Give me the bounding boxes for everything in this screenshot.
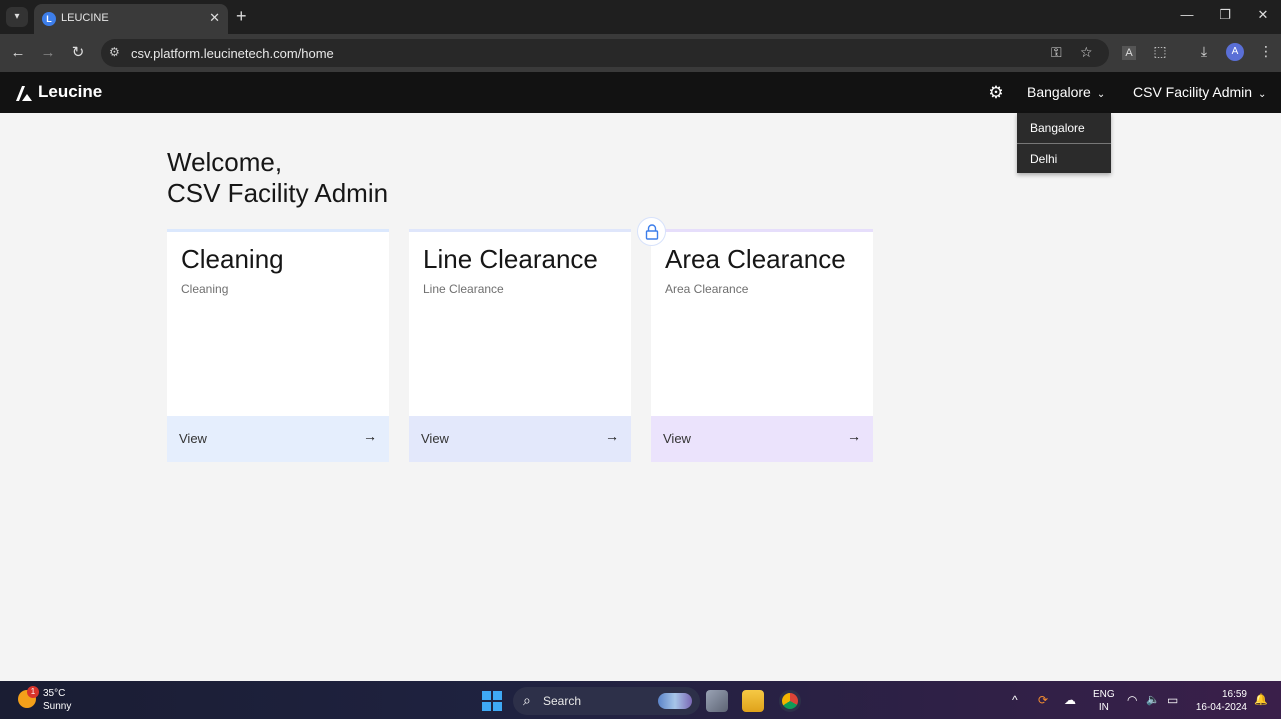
weather-notification-badge: 1 (27, 686, 39, 698)
search-icon: ⌕ (523, 692, 531, 708)
region-code: IN (1098, 702, 1109, 713)
card-subtitle: Area Clearance (665, 282, 749, 296)
system-clock[interactable]: 16:59 16-04-2024 (1195, 688, 1247, 714)
lock-icon (637, 217, 666, 246)
browser-tab[interactable]: L LEUCINE ✕ (34, 4, 228, 34)
card-accent (409, 229, 631, 232)
welcome-user-name: CSV Facility Admin (167, 178, 389, 208)
reload-button[interactable]: ↻ (68, 43, 88, 63)
facility-selector[interactable]: Bangalore ⌄ (1027, 84, 1105, 100)
file-explorer-icon[interactable] (742, 690, 764, 712)
chevron-down-icon: ⌄ (1096, 89, 1106, 100)
extensions-icon[interactable]: ⬚ (1150, 43, 1170, 60)
minimize-button[interactable]: — (1177, 7, 1197, 22)
chrome-icon[interactable] (779, 690, 801, 712)
card-view-button[interactable]: View → (409, 416, 631, 462)
url-text[interactable]: csv.platform.leucinetech.com/home (131, 46, 334, 61)
taskbar-search[interactable]: ⌕ Search (513, 687, 700, 715)
card-line-clearance: Line Clearance Line Clearance View → (409, 229, 631, 462)
user-menu[interactable]: CSV Facility Admin ⌄ (1133, 84, 1266, 100)
search-label: Search (543, 694, 582, 708)
forward-button[interactable]: → (38, 43, 58, 63)
sync-icon[interactable]: ⟳ (1038, 693, 1048, 707)
card-title: Area Clearance (665, 244, 846, 274)
windows-taskbar: 1 35°C Sunny ⌕ Search ^ ⟳ ☁ ENG IN ◠ 🔈 ▭… (0, 681, 1281, 719)
facility-dropdown-menu: Bangalore Delhi (1017, 113, 1111, 173)
password-key-icon[interactable]: ⚿ (1051, 44, 1062, 61)
address-bar[interactable]: ⚙ csv.platform.leucinetech.com/home ⚿ ☆ (101, 39, 1109, 67)
facility-option-delhi[interactable]: Delhi (1017, 143, 1111, 173)
card-area-clearance: Area Clearance Area Clearance View → (651, 229, 873, 462)
close-window-button[interactable]: ✕ (1253, 7, 1273, 23)
user-menu-label: CSV Facility Admin (1133, 84, 1253, 100)
arrow-right-icon: → (363, 428, 377, 444)
card-cleaning: Cleaning Cleaning View → (167, 229, 389, 462)
windows-start-icon[interactable] (482, 691, 502, 711)
welcome-greeting: Welcome, (167, 147, 283, 177)
facility-selector-label: Bangalore (1027, 84, 1091, 100)
arrow-right-icon: → (847, 428, 861, 444)
notification-bell-icon[interactable]: 🔔 (1254, 693, 1268, 706)
site-info-icon[interactable]: ⚙ (109, 45, 120, 59)
chevron-down-icon: ▾ (14, 11, 20, 22)
facility-option-bangalore[interactable]: Bangalore (1017, 113, 1111, 143)
card-subtitle: Cleaning (181, 282, 229, 296)
card-view-label: View (179, 431, 207, 446)
card-title: Line Clearance (423, 244, 598, 274)
tab-title: LEUCINE (61, 12, 109, 24)
leucine-logo-icon (16, 86, 32, 101)
wifi-icon[interactable]: ◠ (1127, 693, 1137, 707)
weather-condition[interactable]: Sunny (43, 701, 71, 712)
bookmark-star-icon[interactable]: ☆ (1080, 44, 1093, 61)
search-highlight-image (658, 693, 692, 709)
download-icon[interactable]: ⤓ (1194, 43, 1214, 60)
arrow-right-icon: → (605, 428, 619, 444)
card-accent (651, 229, 873, 232)
favicon-icon: L (42, 12, 56, 26)
back-button[interactable]: ← (8, 43, 28, 63)
card-view-label: View (421, 431, 449, 446)
welcome-heading: Welcome, CSV Facility Admin (167, 147, 388, 209)
volume-icon[interactable]: 🔈 (1146, 693, 1160, 706)
task-view-icon[interactable] (706, 690, 728, 712)
card-accent (167, 229, 389, 232)
show-hidden-icons-icon[interactable]: ^ (1012, 693, 1018, 707)
card-view-button[interactable]: View → (167, 416, 389, 462)
settings-gear-icon[interactable]: ⚙ (986, 83, 1006, 103)
card-subtitle: Line Clearance (423, 282, 504, 296)
close-tab-icon[interactable]: ✕ (209, 10, 220, 26)
app-header: Leucine ⚙ Bangalore ⌄ CSV Facility Admin ⌄ (0, 72, 1281, 113)
card-title: Cleaning (181, 244, 284, 274)
profile-avatar[interactable]: A (1226, 43, 1244, 61)
app-logo-text[interactable]: Leucine (38, 82, 102, 102)
translate-icon[interactable]: A (1122, 46, 1136, 60)
browser-tab-bar: ▾ L LEUCINE ✕ + — ❐ ✕ (0, 0, 1281, 34)
card-view-label: View (663, 431, 691, 446)
card-view-button[interactable]: View → (651, 416, 873, 462)
onedrive-cloud-icon[interactable]: ☁ (1064, 693, 1076, 707)
restore-button[interactable]: ❐ (1215, 7, 1235, 23)
clock-time: 16:59 (1221, 689, 1247, 700)
weather-temperature[interactable]: 35°C (43, 688, 65, 699)
language-code: ENG (1093, 689, 1115, 700)
browser-toolbar: ← → ↻ ⚙ csv.platform.leucinetech.com/hom… (0, 34, 1281, 72)
language-indicator[interactable]: ENG IN (1093, 688, 1115, 714)
chevron-down-icon: ⌄ (1258, 89, 1267, 100)
clock-date: 16-04-2024 (1195, 702, 1247, 713)
new-tab-button[interactable]: + (236, 6, 247, 27)
browser-menu-icon[interactable]: ⋮ (1256, 43, 1276, 60)
tab-list-button[interactable]: ▾ (6, 7, 28, 27)
battery-icon[interactable]: ▭ (1167, 693, 1178, 707)
